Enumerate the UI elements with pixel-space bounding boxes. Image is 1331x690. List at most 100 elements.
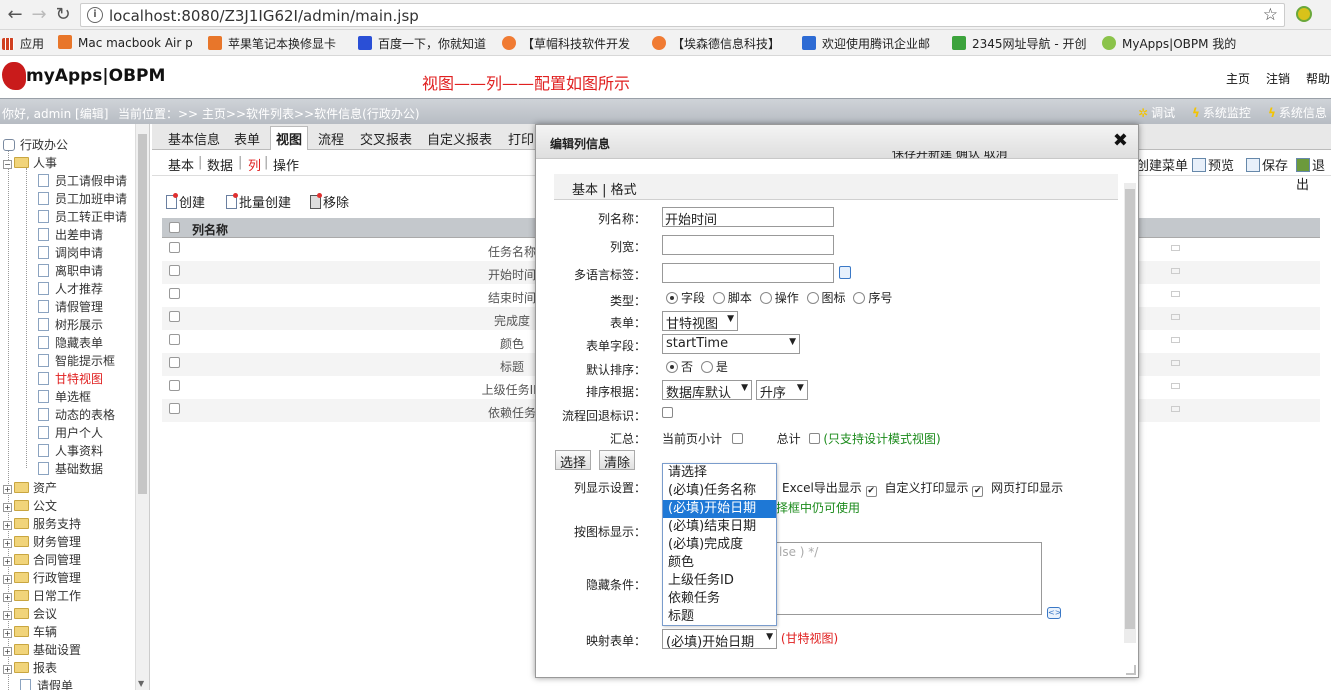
expand-icon[interactable]: + — [3, 629, 12, 638]
row-checkbox[interactable] — [169, 380, 180, 391]
tree-item[interactable]: 甘特视图 — [38, 370, 103, 387]
tree-folder[interactable]: + 基础设置 — [3, 641, 81, 658]
tree-folder[interactable]: + 资产 — [3, 479, 57, 496]
drag-handle-icon[interactable] — [1171, 291, 1180, 297]
tree-item[interactable]: 动态的表格 — [38, 406, 115, 423]
drag-handle-icon[interactable] — [1171, 268, 1180, 274]
expand-icon[interactable]: + — [3, 575, 12, 584]
dropdown-option[interactable]: (必填)开始日期 — [663, 500, 776, 518]
logout-link[interactable]: 注销 — [1266, 70, 1290, 87]
tab-custom-report[interactable]: 自定义报表 — [427, 129, 492, 148]
tab-flow[interactable]: 流程 — [318, 129, 344, 148]
excel-checkbox[interactable]: ✔ — [865, 486, 877, 497]
sort-yes-radio[interactable] — [700, 361, 713, 373]
type-seq-radio[interactable] — [853, 292, 866, 304]
script-editor-icon[interactable]: <> — [1047, 607, 1061, 619]
home-link[interactable]: 主页 — [1226, 70, 1250, 87]
dialog-scrollbar[interactable] — [1124, 183, 1136, 643]
tree-item[interactable]: 隐藏表单 — [38, 334, 103, 351]
save-button[interactable]: 保存 — [1246, 155, 1288, 174]
tab-basic-info[interactable]: 基本信息 — [168, 129, 220, 148]
dropdown-option[interactable]: (必填)完成度 — [663, 536, 776, 554]
form-select[interactable]: 甘特视图 ▼ — [662, 311, 738, 332]
type-icon-radio[interactable] — [806, 292, 819, 304]
column-width-input[interactable] — [662, 235, 834, 255]
back-icon[interactable]: ← — [4, 4, 26, 26]
dropdown-option[interactable]: 依赖任务 — [663, 590, 776, 608]
edit-icon[interactable] — [839, 265, 851, 279]
expand-icon[interactable]: + — [3, 557, 12, 566]
tree-item[interactable]: 人事资料 — [38, 442, 103, 459]
tree-folder[interactable]: + 公文 — [3, 497, 57, 514]
tree-item[interactable]: 单选框 — [38, 388, 91, 405]
tab-view[interactable]: 视图 — [270, 126, 309, 150]
expand-icon[interactable]: + — [3, 521, 12, 530]
sysinfo-tool[interactable]: ϟ 系统信息 — [1268, 104, 1327, 121]
custom-print-checkbox[interactable]: ✔ — [972, 486, 984, 497]
row-checkbox[interactable] — [169, 265, 180, 276]
help-link[interactable]: 帮助 — [1306, 70, 1330, 87]
tree-item[interactable]: 基础数据 — [38, 460, 103, 477]
tree-item[interactable]: 请假单 — [20, 677, 73, 690]
info-icon[interactable]: i — [87, 7, 103, 23]
dropdown-option[interactable]: 标题 — [663, 608, 776, 626]
resize-handle[interactable] — [1126, 665, 1136, 675]
drag-handle-icon[interactable] — [1171, 245, 1180, 251]
bookmark-item[interactable]: Mac macbook Air p — [58, 35, 196, 50]
dialog-subtab-labels[interactable]: 基本 | 格式 — [572, 179, 637, 198]
create-button[interactable]: 创建 — [166, 192, 205, 211]
expand-icon[interactable]: + — [3, 485, 12, 494]
remove-button[interactable]: 移除 — [310, 192, 349, 211]
tree-item[interactable]: 树形展示 — [38, 316, 103, 333]
bookmark-item[interactable]: 2345网址导航 - 开创 — [952, 35, 1090, 52]
hide-script-textarea[interactable]: lse ) */ — [776, 542, 1042, 615]
row-checkbox[interactable] — [169, 242, 180, 253]
greeting[interactable]: 你好, admin [编辑] — [2, 105, 108, 122]
tree-item[interactable]: 请假管理 — [38, 298, 103, 315]
scroll-down-icon[interactable]: ▼ — [138, 679, 144, 688]
dropdown-option[interactable]: (必填)任务名称 — [663, 482, 776, 500]
subtab-data[interactable]: 数据 — [207, 155, 233, 174]
tree-folder-hr[interactable]: − 人事 — [3, 154, 57, 171]
bookmark-item[interactable]: MyApps|OBPM 我的 — [1102, 35, 1240, 52]
bookmark-item[interactable]: 百度一下，你就知道 — [358, 35, 494, 52]
dialog-top-buttons[interactable]: 保存并新建 确认 取消 — [892, 151, 1008, 162]
map-form-select[interactable]: (必填)开始日期 ▼ — [662, 629, 777, 650]
tree-item[interactable]: 员工加班申请 — [38, 190, 127, 207]
sort-no-radio[interactable] — [666, 361, 678, 373]
tree-root[interactable]: 行政办公 — [3, 136, 68, 153]
forward-icon[interactable]: → — [28, 4, 50, 26]
row-checkbox[interactable] — [169, 357, 180, 368]
preview-button[interactable]: 预览 — [1192, 155, 1234, 174]
expand-icon[interactable]: + — [3, 647, 12, 656]
tree-item[interactable]: 员工请假申请 — [38, 172, 127, 189]
clear-button[interactable]: 清除 — [599, 450, 636, 471]
tab-print[interactable]: 打印 — [508, 129, 534, 148]
bookmark-star-icon[interactable]: ☆ — [1263, 5, 1278, 25]
tree-folder[interactable]: + 报表 — [3, 659, 57, 676]
expand-icon[interactable]: + — [3, 611, 12, 620]
tree-item[interactable]: 员工转正申请 — [38, 208, 127, 225]
type-script-radio[interactable] — [712, 292, 725, 304]
select-all-checkbox[interactable] — [169, 222, 180, 233]
tree-item[interactable]: 出差申请 — [38, 226, 103, 243]
row-checkbox[interactable] — [169, 311, 180, 322]
close-icon[interactable]: ✖ — [1113, 130, 1128, 151]
batch-create-button[interactable]: 批量创建 — [226, 192, 291, 211]
tree-folder[interactable]: + 会议 — [3, 605, 57, 622]
bookmark-item[interactable]: 欢迎使用腾讯企业邮 — [802, 35, 942, 52]
form-field-select[interactable]: startTime ▼ — [662, 334, 800, 354]
drag-handle-icon[interactable] — [1171, 337, 1180, 343]
row-checkbox[interactable] — [169, 403, 180, 414]
reload-icon[interactable]: ↻ — [52, 4, 74, 26]
total-checkbox[interactable] — [808, 433, 820, 444]
flow-rollback-checkbox[interactable] — [662, 407, 673, 418]
subtab-operations[interactable]: 操作 — [273, 155, 299, 174]
page-subtotal-checkbox[interactable] — [731, 433, 743, 444]
expand-icon[interactable]: + — [3, 503, 12, 512]
drag-handle-icon[interactable] — [1171, 383, 1180, 389]
url-field[interactable]: i localhost:8080/Z3J1IG62I/admin/main.js… — [80, 3, 1285, 27]
extension-icon[interactable] — [1296, 6, 1312, 22]
expand-icon[interactable]: + — [3, 593, 12, 602]
drag-handle-icon[interactable] — [1171, 314, 1180, 320]
